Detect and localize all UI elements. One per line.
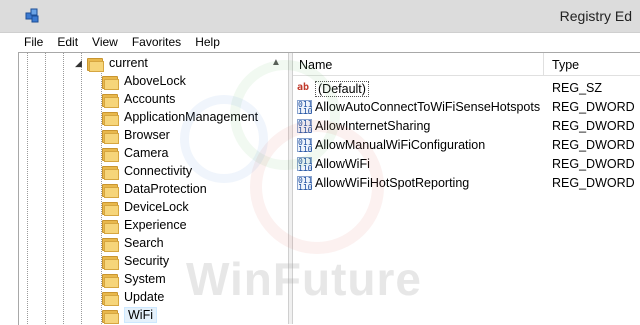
values-list[interactable]: Name Type ab (Default) REG_SZ 011 110 All… [293,53,640,324]
registry-editor-icon [25,8,39,23]
folder-icon [102,165,119,180]
folder-open-icon [87,57,104,72]
folder-icon [102,201,119,216]
value-name: AllowWiFiHotSpotReporting [315,176,470,190]
folder-icon [102,291,119,306]
value-type: REG_DWORD [552,100,635,114]
tree-item-label: Security [124,254,170,268]
tree-guide-line [63,53,64,324]
collapse-arrow-icon[interactable]: ◢ [75,58,85,69]
tree-item-label: ApplicationManagement [124,110,259,124]
tree-guide-line [27,53,28,324]
value-row[interactable]: 011 110 AllowManualWiFiConfiguration REG_… [293,136,640,155]
value-name: AllowManualWiFiConfiguration [315,138,486,152]
window-title: Registry Ed [559,8,632,24]
tree-item-label: current [109,56,148,70]
column-header-name[interactable]: Name [299,58,332,72]
tree-item-abovelock[interactable]: AboveLock [102,72,186,90]
menu-bar: File Edit View Favorites Help [0,33,640,51]
tree-item-browser[interactable]: Browser [102,126,170,144]
value-type: REG_DWORD [552,176,635,190]
key-tree[interactable]: ◢ current ▲ AboveLock Accounts Applicati… [19,53,287,324]
menu-edit[interactable]: Edit [57,35,78,49]
value-row[interactable]: 011 110 AllowAutoConnectToWiFiSenseHotspo… [293,98,640,117]
tree-item-wifi[interactable]: WiFi [102,306,157,324]
value-name: AllowAutoConnectToWiFiSenseHotspots [315,100,541,114]
value-name: (Default) [315,81,369,97]
menu-view[interactable]: View [92,35,118,49]
column-divider[interactable] [543,53,544,75]
dword-value-icon: 011 110 [297,138,313,154]
tree-item-update[interactable]: Update [102,288,164,306]
tree-item-camera[interactable]: Camera [102,144,168,162]
value-type: REG_DWORD [552,138,635,152]
folder-icon [102,273,119,288]
folder-icon [102,93,119,108]
tree-item-search[interactable]: Search [102,234,164,252]
tree-item-dataprotection[interactable]: DataProtection [102,180,207,198]
folder-icon [102,309,119,324]
value-type: REG_DWORD [552,157,635,171]
tree-item-accounts[interactable]: Accounts [102,90,175,108]
folder-icon [102,129,119,144]
folder-icon [102,147,119,162]
value-type: REG_DWORD [552,119,635,133]
tree-item-connectivity[interactable]: Connectivity [102,162,192,180]
menu-favorites[interactable]: Favorites [132,35,181,49]
dword-value-icon: 011 110 [297,119,313,135]
folder-icon [102,75,119,90]
tree-item-label: Accounts [124,92,176,106]
tree-item-experience[interactable]: Experience [102,216,187,234]
folder-icon [102,255,119,270]
dword-value-icon: 011 110 [297,157,313,173]
value-row-default[interactable]: ab (Default) REG_SZ [293,79,640,98]
tree-item-label: Search [124,236,164,250]
value-row[interactable]: 011 110 AllowWiFiHotSpotReporting REG_DWO… [293,174,640,193]
tree-guide-line [45,53,46,324]
tree-item-label: Connectivity [124,164,193,178]
tree-item-label: DeviceLock [124,200,189,214]
folder-icon [102,183,119,198]
folder-icon [102,111,119,126]
tree-item-system[interactable]: System [102,270,166,288]
menu-file[interactable]: File [24,35,43,49]
value-row[interactable]: 011 110 AllowInternetSharing REG_DWORD [293,117,640,136]
tree-item-applicationmanagement[interactable]: ApplicationManagement [102,108,258,126]
scroll-up-arrow-icon[interactable]: ▲ [271,57,281,68]
tree-item-label: System [124,272,166,286]
title-bar: Registry Ed [0,0,640,33]
folder-icon [102,219,119,234]
tree-item-label: Experience [124,218,187,232]
value-name: AllowInternetSharing [315,119,431,133]
value-row[interactable]: 011 110 AllowWiFi REG_DWORD [293,155,640,174]
tree-item-security[interactable]: Security [102,252,169,270]
menu-help[interactable]: Help [195,35,220,49]
folder-icon [102,237,119,252]
tree-item-label-selected: WiFi [124,307,157,323]
dword-value-icon: 011 110 [297,176,313,192]
tree-item-current[interactable]: ◢ current [75,54,148,72]
column-header-type[interactable]: Type [552,58,579,72]
tree-item-label: Update [124,290,165,304]
tree-item-devicelock[interactable]: DeviceLock [102,198,189,216]
value-type: REG_SZ [552,81,603,95]
value-name: AllowWiFi [315,157,370,171]
tree-guide-line [81,53,82,324]
string-value-icon: ab [297,82,310,93]
tree-item-label: Camera [124,146,169,160]
tree-item-label: AboveLock [124,74,186,88]
list-header: Name Type [293,53,640,76]
dword-value-icon: 011 110 [297,100,313,116]
tree-item-label: Browser [124,128,170,142]
tree-item-label: DataProtection [124,182,207,196]
